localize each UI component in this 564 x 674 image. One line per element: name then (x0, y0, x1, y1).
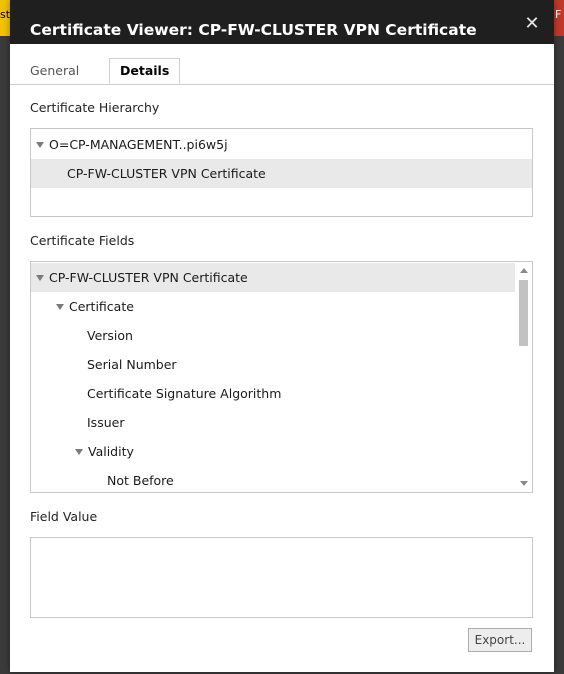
certificate-viewer-dialog: Certificate Viewer: CP-FW-CLUSTER VPN Ce… (10, 0, 554, 672)
hierarchy-row-certificate[interactable]: CP-FW-CLUSTER VPN Certificate (31, 159, 532, 188)
fields-row-label: Issuer (87, 415, 125, 430)
hierarchy-label: Certificate Hierarchy (30, 100, 160, 115)
scroll-thumb[interactable] (519, 280, 528, 346)
fields-row-validity[interactable]: Validity (31, 437, 134, 466)
field-value-textbox[interactable] (30, 537, 533, 618)
fields-row-label: Validity (88, 444, 134, 459)
fields-row-version[interactable]: Version (31, 321, 133, 350)
scroll-up-arrow-icon[interactable] (520, 268, 528, 273)
tab-bar: General Details (10, 44, 554, 85)
fields-row-signature-algorithm[interactable]: Certificate Signature Algorithm (31, 379, 281, 408)
fields-tree[interactable]: CP-FW-CLUSTER VPN Certificate Certificat… (30, 261, 533, 493)
hierarchy-row-root[interactable]: O=CP-MANAGEMENT..pi6w5j (31, 130, 532, 159)
expand-triangle-icon[interactable] (56, 303, 64, 310)
fields-row-not-before[interactable]: Not Before (31, 466, 174, 492)
hierarchy-tree[interactable]: O=CP-MANAGEMENT..pi6w5j CP-FW-CLUSTER VP… (30, 128, 533, 217)
fields-row-certificate[interactable]: Certificate (31, 292, 134, 321)
export-button[interactable]: Export... (468, 628, 532, 652)
background-left-text: st (0, 8, 11, 21)
scroll-down-arrow-icon[interactable] (520, 481, 528, 486)
tab-details[interactable]: Details (109, 58, 181, 84)
fields-scrollbar[interactable] (515, 262, 532, 492)
fields-row-serial-number[interactable]: Serial Number (31, 350, 177, 379)
fields-row-root[interactable]: CP-FW-CLUSTER VPN Certificate (31, 263, 517, 292)
field-value-label: Field Value (30, 509, 98, 524)
background-right-text: F (555, 8, 562, 21)
hierarchy-row-label: O=CP-MANAGEMENT..pi6w5j (49, 137, 228, 152)
tab-general[interactable]: General (20, 58, 89, 84)
fields-row-label: Serial Number (87, 357, 177, 372)
expand-triangle-icon[interactable] (36, 274, 44, 281)
fields-row-label: Certificate (69, 299, 134, 314)
dialog-title: Certificate Viewer: CP-FW-CLUSTER VPN Ce… (30, 21, 477, 39)
fields-row-issuer[interactable]: Issuer (31, 408, 124, 437)
close-icon[interactable]: ✕ (524, 15, 540, 33)
fields-row-label: Certificate Signature Algorithm (87, 386, 282, 401)
fields-row-label: CP-FW-CLUSTER VPN Certificate (49, 270, 248, 285)
fields-label: Certificate Fields (30, 233, 135, 248)
expand-triangle-icon[interactable] (75, 448, 83, 455)
fields-row-label: Version (87, 328, 133, 343)
hierarchy-row-label: CP-FW-CLUSTER VPN Certificate (67, 166, 266, 181)
dialog-titlebar: Certificate Viewer: CP-FW-CLUSTER VPN Ce… (10, 0, 554, 44)
expand-triangle-icon[interactable] (36, 141, 44, 148)
background-red-strip: F (554, 0, 564, 36)
fields-row-label: Not Before (107, 473, 174, 488)
